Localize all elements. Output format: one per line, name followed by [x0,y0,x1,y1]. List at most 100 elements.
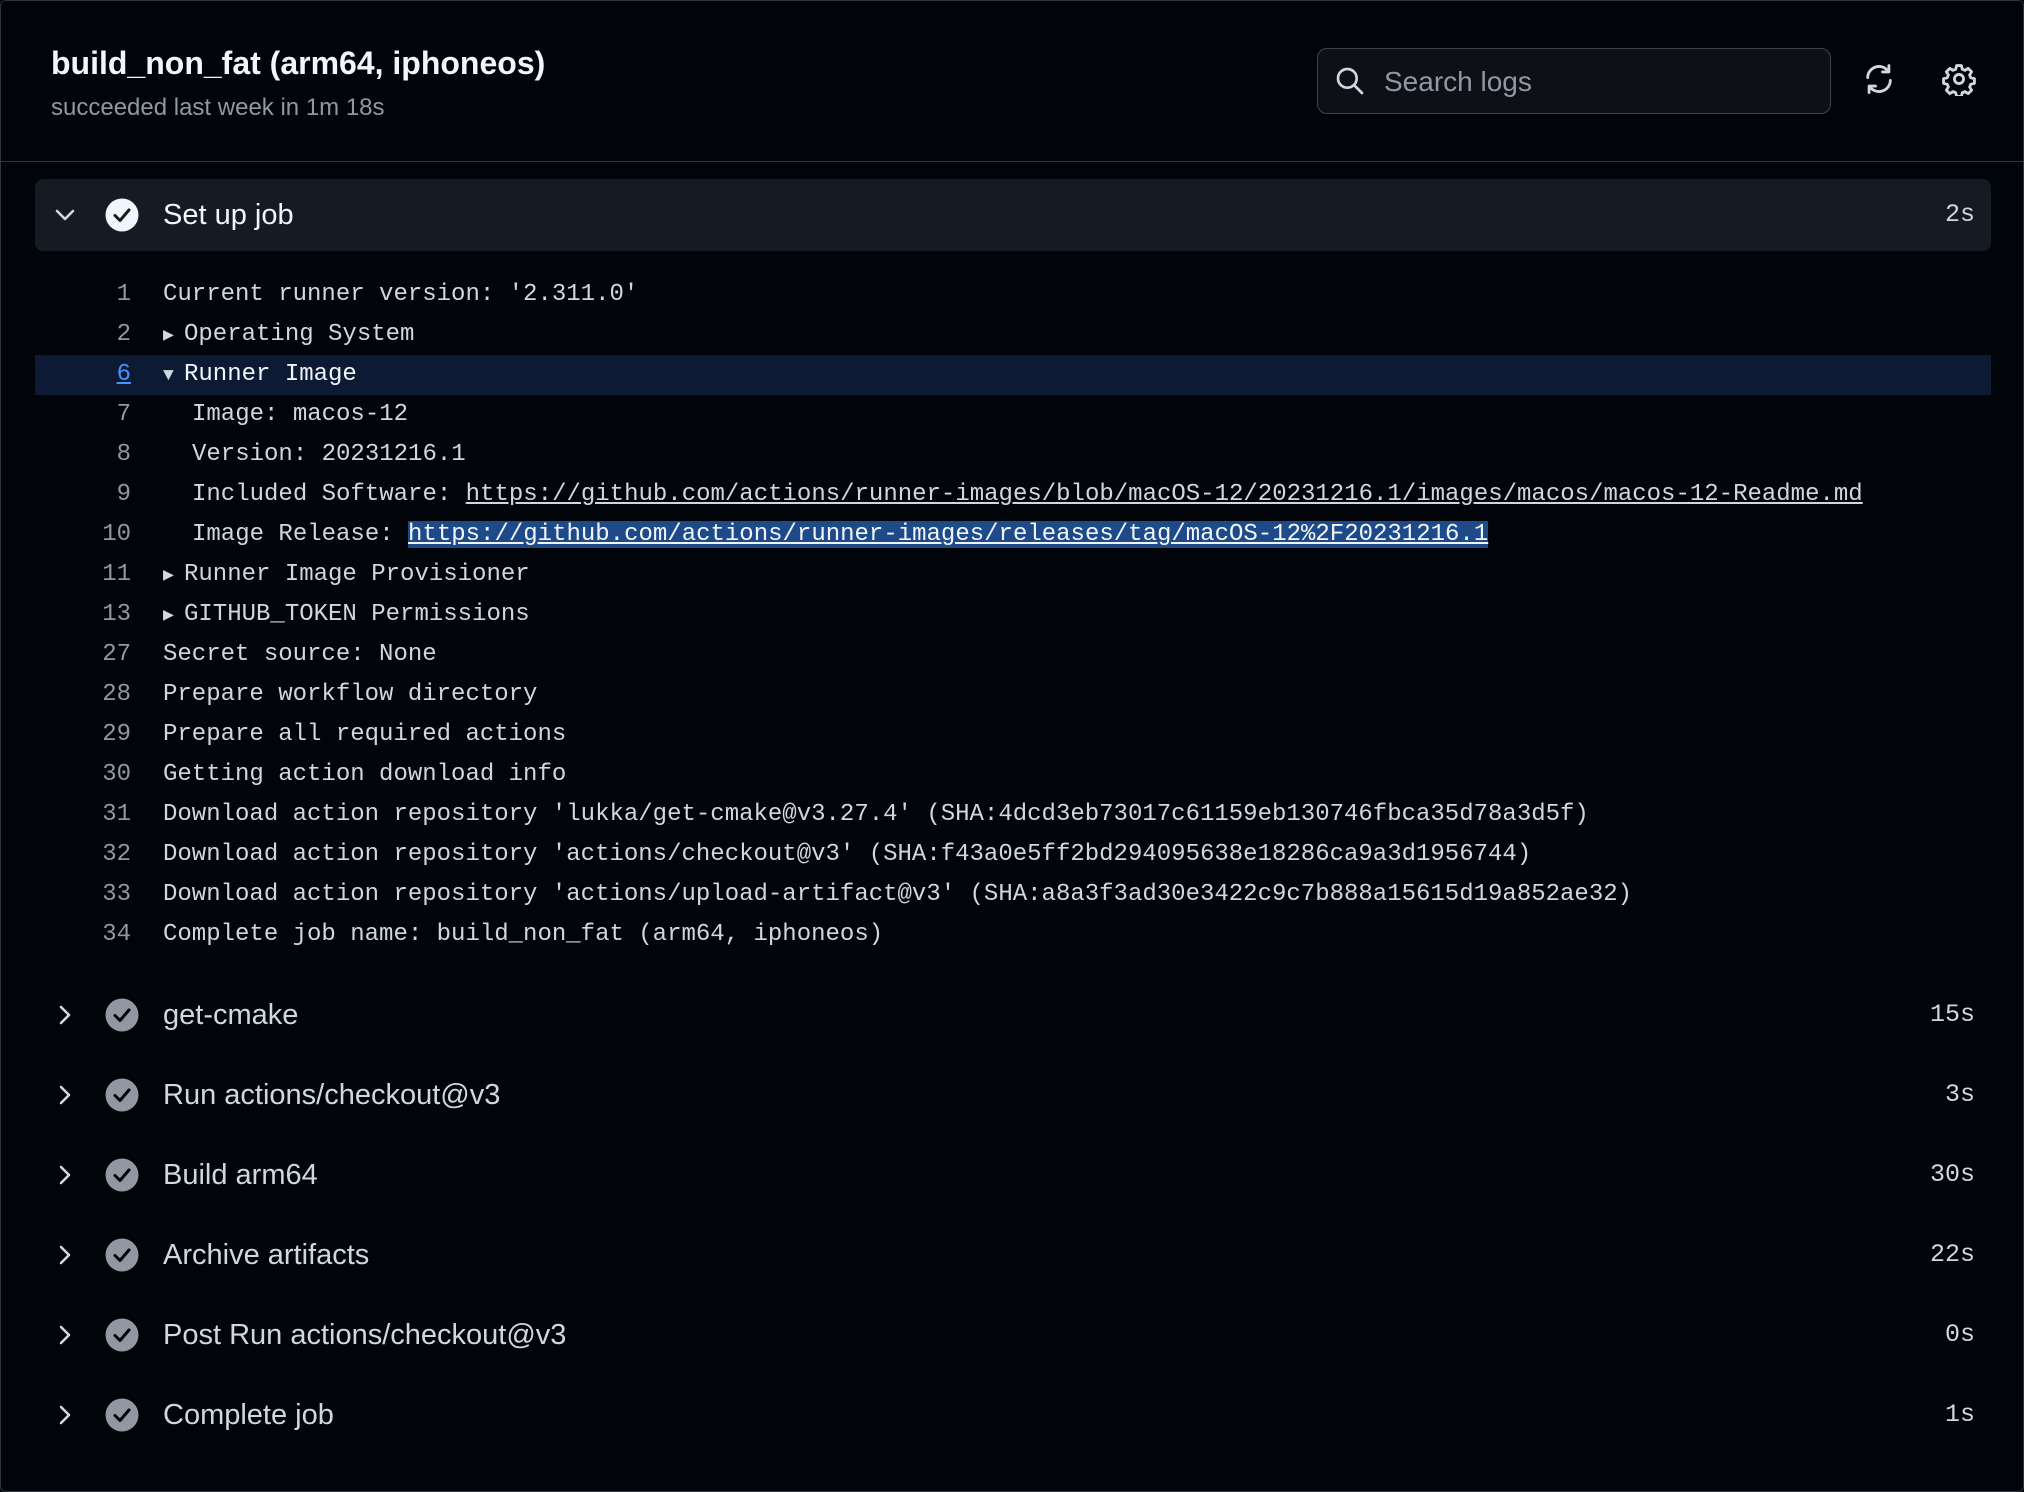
step-name: Archive artifacts [163,1239,370,1271]
chevron-down-icon[interactable] [53,203,77,232]
log-line[interactable]: 2 ▶ Operating System [35,315,1991,355]
step-duration: 30s [1929,1160,1975,1189]
step-name: get-cmake [163,999,299,1031]
job-title: build_non_fat (arm64, iphoneos) [51,45,546,81]
refresh-icon [1862,62,1896,101]
log-line[interactable]: 30 Getting action download info [35,755,1991,795]
chevron-right-icon[interactable] [53,1163,77,1192]
log-line-text: ▶ Operating System [163,315,414,356]
log-line-text: ▶ Runner Image Provisioner [163,555,530,596]
log-line-content: Secret source: None [163,641,437,668]
log-line-content: Current runner version: '2.311.0' [163,281,639,308]
step-name: Run actions/checkout@v3 [163,1079,501,1111]
log-line-text: Secret source: None [163,635,437,675]
search-logs-box[interactable] [1317,48,1831,115]
step-row[interactable]: get-cmake 15s [35,979,1991,1051]
step-set-up-job[interactable]: Set up job 2s [35,179,1991,251]
log-line[interactable]: 6 ▼ Runner Image [35,355,1991,395]
search-logs-input[interactable] [1382,49,1816,115]
chevron-right-icon[interactable] [53,1003,77,1032]
log-link[interactable]: https://github.com/actions/runner-images… [466,481,1863,508]
line-number-link[interactable]: 7 [35,395,131,435]
step-row[interactable]: Post Run actions/checkout@v3 0s [35,1299,1991,1371]
log-line[interactable]: 27 Secret source: None [35,635,1991,675]
caret-right-icon[interactable]: ▶ [163,316,184,356]
search-icon [1334,65,1366,102]
log-line[interactable]: 28 Prepare workflow directory [35,675,1991,715]
log-line-content: Image: macos-12 [192,401,409,428]
log-line-text: Image Release: https://github.com/action… [192,515,1489,555]
line-number-link[interactable]: 31 [35,795,131,835]
log-line-label: Image Release: [192,521,409,548]
line-number-link[interactable]: 11 [35,555,131,595]
chevron-right-icon[interactable] [53,1243,77,1272]
log-line-text: Prepare workflow directory [163,675,537,715]
line-number-link[interactable]: 33 [35,875,131,915]
log-line[interactable]: 29 Prepare all required actions [35,715,1991,755]
log-line[interactable]: 31 Download action repository 'lukka/get-… [35,795,1991,835]
log-line[interactable]: 32 Download action repository 'actions/ch… [35,835,1991,875]
step-duration: 15s [1929,1000,1975,1029]
line-number-link[interactable]: 2 [35,315,131,355]
log-line-content: Getting action download info [163,761,567,788]
step-row[interactable]: Archive artifacts 22s [35,1219,1991,1291]
log-line-text: Included Software: https://github.com/ac… [192,475,1863,515]
step-duration: 2s [1944,200,1975,229]
log-line-text: Current runner version: '2.311.0' [163,275,638,315]
step-row[interactable]: Build arm64 30s [35,1139,1991,1211]
log-line-content: Complete job name: build_non_fat (arm64,… [163,921,884,948]
log-line-content: GITHUB_TOKEN Permissions [184,601,530,628]
log-line-text: Image: macos-12 [192,395,408,435]
log-line[interactable]: 33 Download action repository 'actions/up… [35,875,1991,915]
log-link[interactable]: https://github.com/actions/runner-images… [408,521,1489,548]
chevron-right-icon[interactable] [53,1403,77,1432]
chevron-right-icon[interactable] [53,1323,77,1352]
log-line-text: Version: 20231216.1 [192,435,466,475]
log-line-content: Version: 20231216.1 [192,441,466,468]
line-number-link[interactable]: 34 [35,915,131,955]
step-name: Build arm64 [163,1159,318,1191]
line-number-link[interactable]: 9 [35,475,131,515]
step-name: Post Run actions/checkout@v3 [163,1319,567,1351]
line-number-link[interactable]: 29 [35,715,131,755]
chevron-right-icon[interactable] [53,1083,77,1112]
step-row[interactable]: Run actions/checkout@v3 3s [35,1059,1991,1131]
settings-button[interactable] [1937,59,1981,103]
caret-right-icon[interactable]: ▶ [163,556,184,596]
log-line-text: Download action repository 'actions/uplo… [163,875,1632,915]
log-line[interactable]: 7 Image: macos-12 [35,395,1991,435]
check-circle-icon [105,1238,139,1277]
step-row[interactable]: Complete job 1s [35,1379,1991,1451]
line-number-link[interactable]: 10 [35,515,131,555]
step-name: Complete job [163,1399,334,1431]
log-line-text: Getting action download info [163,755,566,795]
log-line[interactable]: 11 ▶ Runner Image Provisioner [35,555,1991,595]
log-line[interactable]: 13 ▶ GITHUB_TOKEN Permissions [35,595,1991,635]
line-number-link[interactable]: 28 [35,675,131,715]
line-number-link[interactable]: 1 [35,275,131,315]
caret-down-icon[interactable]: ▼ [163,356,184,396]
log-line[interactable]: 10 Image Release: https://github.com/acti… [35,515,1991,555]
check-circle-icon [105,1318,139,1357]
step-name: Set up job [163,199,294,231]
log-line-text: ▶ GITHUB_TOKEN Permissions [163,595,530,636]
log-line-content: Download action repository 'lukka/get-cm… [163,801,1589,828]
log-line[interactable]: 34 Complete job name: build_non_fat (arm6… [35,915,1991,955]
line-number-link[interactable]: 30 [35,755,131,795]
line-number-link[interactable]: 27 [35,635,131,675]
log-line-label: Included Software: [192,481,466,508]
log-line[interactable]: 1 Current runner version: '2.311.0' [35,275,1991,315]
job-status-summary: succeeded last week in 1m 18s [51,94,385,121]
step-duration: 0s [1944,1320,1975,1349]
step-log: 1 Current runner version: '2.311.0' 2 ▶ Oper… [35,275,1991,955]
refresh-button[interactable] [1857,59,1901,103]
caret-right-icon[interactable]: ▶ [163,596,184,636]
step-duration: 22s [1929,1240,1975,1269]
log-line[interactable]: 9 Included Software: https://github.com/a… [35,475,1991,515]
line-number-link[interactable]: 32 [35,835,131,875]
log-line[interactable]: 8 Version: 20231216.1 [35,435,1991,475]
line-number-link[interactable]: 13 [35,595,131,635]
log-line-content: Download action repository 'actions/chec… [163,841,1532,868]
line-number-link[interactable]: 8 [35,435,131,475]
line-number-link[interactable]: 6 [35,355,131,395]
